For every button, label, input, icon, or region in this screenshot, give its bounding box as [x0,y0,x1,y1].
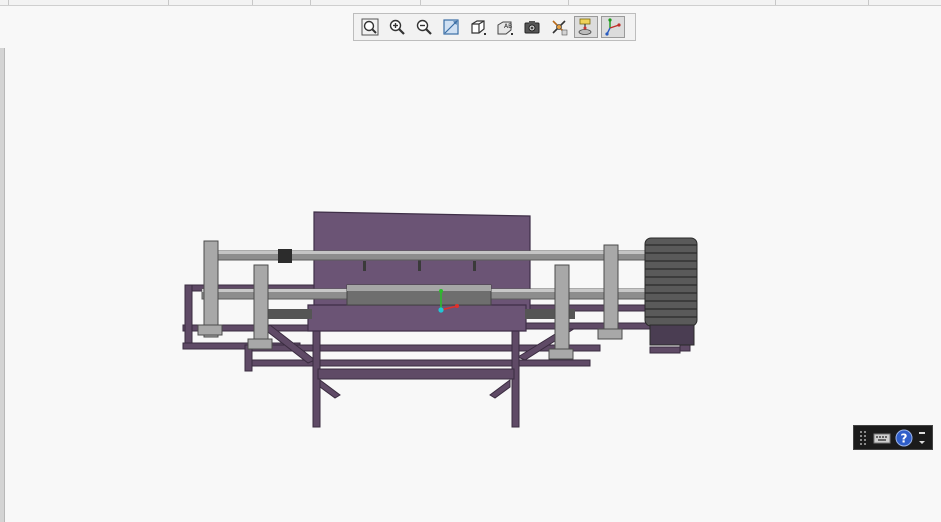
axis-system-icon [605,18,621,36]
strip-separator [168,0,169,5]
zoom-in-button[interactable] [385,16,409,38]
normal-view-icon [443,19,459,35]
grip-icon[interactable] [859,430,869,446]
strip-separator [568,0,569,5]
view-orientation-button[interactable] [466,16,490,38]
hide-show-button[interactable] [547,16,571,38]
camera-icon [524,21,540,34]
axis-system-button[interactable] [601,16,625,38]
top-menu-strip [0,0,941,6]
keyboard-icon[interactable] [873,431,891,445]
strip-separator [775,0,776,5]
strip-separator [252,0,253,5]
strip-separator [868,0,869,5]
fit-all-button[interactable] [358,16,382,38]
strip-separator [310,0,311,5]
shading-style-button[interactable]: AB [493,16,517,38]
strip-separator [8,0,9,5]
zoom-out-icon [416,19,432,35]
fit-all-icon [361,18,379,36]
zoom-out-button[interactable] [412,16,436,38]
mini-tool-panel: ? [853,425,933,450]
back-plate [307,211,531,332]
svg-text:?: ? [901,431,908,445]
cube-view-icon [471,20,486,35]
compass-button[interactable] [574,16,598,38]
strip-separator [420,0,421,5]
normal-view-button[interactable] [439,16,463,38]
support-legs [312,324,520,428]
drive-motor [644,237,698,346]
machine-assembly-model[interactable] [180,205,705,433]
zoom-in-icon [389,19,405,35]
capture-button[interactable] [520,16,544,38]
menu-arrow-icon[interactable] [917,430,927,446]
help-icon[interactable]: ? [895,429,913,447]
svg-text:AB: AB [504,23,512,30]
shading-style-icon: AB [497,21,513,35]
view-toolbar: AB [353,13,636,41]
compass-icon [578,18,592,35]
hide-show-icon [552,20,568,36]
